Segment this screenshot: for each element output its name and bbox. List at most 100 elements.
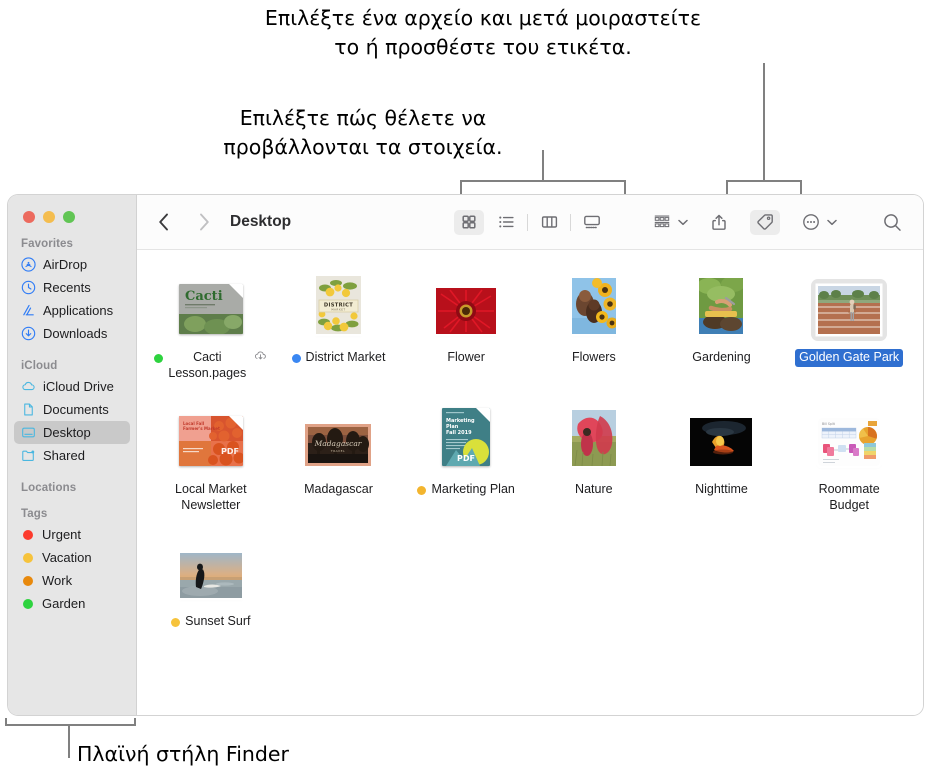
file-item[interactable]: Flowers — [530, 266, 658, 398]
file-label: Gardening — [692, 350, 751, 364]
document-fold-corner — [476, 408, 491, 422]
tag-dot-garden-icon — [23, 598, 33, 609]
file-thumbnail — [571, 278, 616, 334]
file-item[interactable]: Gardening — [658, 266, 786, 398]
file-item[interactable]: Golden Gate Park — [785, 266, 913, 398]
minimize-button[interactable] — [43, 211, 55, 223]
sidebar-item-label: Work — [42, 573, 73, 588]
desktop-icon — [21, 425, 36, 440]
file-label: Flower — [447, 350, 485, 364]
file-label: Madagascar — [304, 482, 373, 496]
sidebar-item-desktop[interactable]: Desktop — [14, 421, 130, 444]
sidebar-item-documents[interactable]: Documents — [14, 398, 130, 421]
finder-window: Favorites AirDrop Recents Applications D… — [8, 195, 923, 715]
document-icon — [21, 402, 36, 417]
file-label: District Market — [291, 350, 385, 366]
close-button[interactable] — [23, 211, 35, 223]
finder-toolbar: Desktop — [137, 195, 923, 250]
group-by-button[interactable] — [647, 210, 677, 235]
file-thumbnail — [571, 410, 616, 466]
clock-icon — [21, 280, 36, 295]
applications-icon — [21, 303, 36, 318]
file-tag-dot — [154, 353, 164, 363]
icon-view-button[interactable] — [454, 209, 484, 235]
svg-text:DISTRICT: DISTRICT — [324, 303, 353, 309]
file-item[interactable]: Bill Split Roommate Budget — [785, 398, 913, 530]
tag-button[interactable] — [750, 209, 780, 235]
tag-dot-urgent-icon — [23, 529, 33, 540]
group-by-control[interactable] — [647, 210, 688, 235]
sidebar-item-icloud-drive[interactable]: iCloud Drive — [14, 375, 130, 398]
view-switcher — [454, 209, 607, 235]
chevron-down-icon — [678, 219, 688, 226]
finder-main-pane: Desktop Cacti Cacti Lesson.pages DISTRIC… — [137, 195, 923, 715]
file-label: Sunset Surf — [171, 614, 250, 630]
callout-view-stem — [542, 150, 545, 181]
file-label: Golden Gate Park — [795, 349, 904, 367]
svg-text:Farmer's Market: Farmer's Market — [183, 426, 220, 431]
sidebar-item-label: Desktop — [43, 425, 91, 440]
sidebar-item-label: Applications — [43, 303, 114, 318]
share-button[interactable] — [704, 210, 734, 235]
search-button[interactable] — [877, 210, 907, 235]
callout-sidebar-text: Πλαϊνή στήλη Finder — [77, 742, 289, 766]
sidebar-item-recents[interactable]: Recents — [14, 276, 130, 299]
document-fold-corner — [228, 284, 243, 298]
path-title: Desktop — [230, 213, 292, 230]
sidebar-item-shared[interactable]: Shared — [14, 444, 130, 467]
file-item[interactable]: Nighttime — [658, 398, 786, 530]
sidebar-item-airdrop[interactable]: AirDrop — [14, 253, 130, 276]
gallery-view-button[interactable] — [577, 210, 607, 235]
svg-text:Fall 2019: Fall 2019 — [446, 430, 472, 436]
file-label: Nature — [575, 482, 613, 496]
file-label: Flowers — [571, 350, 616, 364]
file-item[interactable]: Flower — [402, 266, 530, 398]
file-label: Marketing Plan — [417, 482, 515, 498]
toolbar-divider — [527, 213, 528, 231]
svg-text:Cacti: Cacti — [185, 289, 223, 304]
sidebar-item-label: Shared — [43, 448, 85, 463]
sidebar-item-applications[interactable]: Applications — [14, 299, 130, 322]
svg-text:TRAVEL: TRAVEL — [330, 449, 345, 453]
sidebar-item-label: iCloud Drive — [43, 379, 114, 394]
file-item[interactable]: Madagascar TRAVEL Madagascar — [275, 398, 403, 530]
more-options-control[interactable] — [796, 210, 837, 235]
shared-folder-icon — [21, 448, 36, 463]
back-button[interactable] — [151, 209, 177, 235]
sidebar-item-downloads[interactable]: Downloads — [14, 322, 130, 345]
file-item[interactable]: Local Fall Farmer's Market PDF Local Mar… — [147, 398, 275, 530]
file-item[interactable]: Cacti Cacti Lesson.pages — [147, 266, 275, 398]
callout-share-tag-text: Επιλέξτε ένα αρχείο και μετά μοιραστείτε… — [264, 6, 702, 59]
file-tag-dot — [291, 353, 301, 363]
sidebar-item-tag-vacation[interactable]: Vacation — [14, 546, 130, 569]
file-item[interactable]: Nature — [530, 398, 658, 530]
forward-button[interactable] — [191, 209, 217, 235]
svg-text:Madagascar: Madagascar — [314, 439, 362, 448]
column-view-button[interactable] — [534, 210, 564, 235]
sidebar-item-tag-urgent[interactable]: Urgent — [14, 523, 130, 546]
sidebar-item-tag-work[interactable]: Work — [14, 569, 130, 592]
maximize-button[interactable] — [63, 211, 75, 223]
cloud-icon — [21, 379, 36, 394]
selection-highlight — [811, 279, 888, 341]
sidebar-item-label: Recents — [43, 280, 91, 295]
list-view-button[interactable] — [491, 210, 521, 235]
sidebar-item-label: Urgent — [42, 527, 82, 542]
file-item[interactable]: Sunset Surf — [147, 530, 275, 662]
icloud-download-icon[interactable] — [254, 350, 267, 361]
sidebar-item-label: Documents — [43, 402, 109, 417]
sidebar-item-label: Vacation — [42, 550, 92, 565]
file-thumbnail: Madagascar TRAVEL — [305, 424, 372, 466]
file-thumbnail: Bill Split — [818, 418, 881, 466]
more-button[interactable] — [796, 210, 826, 235]
svg-text:Bill Split: Bill Split — [822, 422, 836, 426]
svg-text:PDF: PDF — [457, 454, 475, 463]
file-item[interactable]: Marketing Plan Fall 2019 PDF Marketing P… — [402, 398, 530, 530]
file-label: Nighttime — [695, 482, 748, 496]
file-thumbnail: Local Fall Farmer's Market PDF — [178, 416, 243, 466]
file-item[interactable]: DISTRICT MARKET District Market — [275, 266, 403, 398]
callout-share-stem — [763, 63, 766, 181]
file-thumbnail: DISTRICT MARKET — [315, 276, 361, 334]
sidebar-item-tag-garden[interactable]: Garden — [14, 592, 130, 615]
callout-sidebar-stem — [68, 725, 71, 758]
